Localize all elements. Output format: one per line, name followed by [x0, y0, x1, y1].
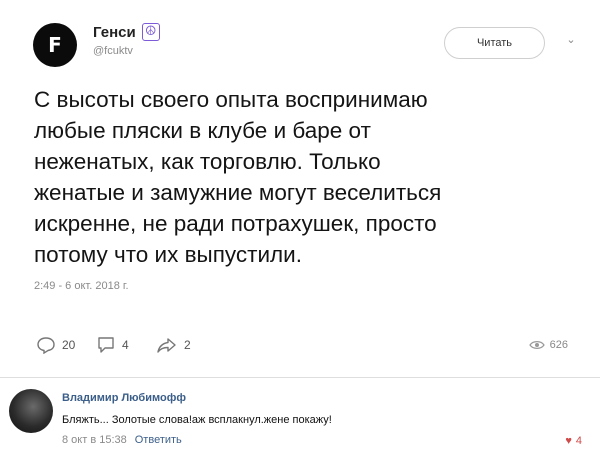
comment-item: Владимир Любимофф Бляжть... Золотые слов… — [0, 378, 600, 458]
reply-link[interactable]: Ответить — [135, 434, 182, 446]
share-action[interactable]: 2 — [156, 336, 191, 354]
eye-icon — [528, 341, 545, 349]
message-icon — [98, 337, 114, 353]
chevron-down-icon[interactable]: ⌄ — [563, 33, 579, 49]
avatar-letter: F — [48, 33, 62, 57]
tweet-timestamp[interactable]: 2:49 - 6 окт. 2018 г. — [34, 280, 129, 292]
follow-button-label: Читать — [476, 37, 513, 49]
views-count: 626 — [549, 339, 568, 351]
reply-icon — [37, 337, 55, 354]
tweet-card: F Генси ☮ @fcuktv Читать ⌄ С высоты свое… — [0, 0, 600, 380]
author-row: Генси ☮ — [93, 23, 160, 41]
follow-button[interactable]: Читать — [444, 27, 545, 59]
commenter-avatar[interactable] — [9, 389, 53, 433]
comment-text: Бляжть... Золотые слова!аж всплакнул.жен… — [62, 414, 332, 426]
comment-meta: 8 окт в 15:38 Ответить — [62, 434, 182, 446]
comment-likes-count: 4 — [575, 435, 582, 447]
author-avatar[interactable]: F — [33, 23, 77, 67]
comment-author[interactable]: Владимир Любимофф — [62, 392, 186, 404]
shares-count: 2 — [184, 338, 191, 352]
heart-icon: ♥ — [565, 435, 572, 447]
replies-count: 20 — [62, 338, 76, 352]
author-handle[interactable]: @fcuktv — [93, 45, 133, 57]
tweet-actions: 20 4 2 626 — [0, 336, 600, 360]
reply-action[interactable]: 20 — [36, 336, 75, 354]
peace-icon: ☮ — [141, 23, 160, 41]
comment-like-button[interactable]: ♥ 4 — [565, 435, 582, 447]
comments-count: 4 — [122, 338, 129, 352]
comment-action[interactable]: 4 — [96, 336, 129, 354]
views-counter: 626 — [528, 339, 568, 351]
comment-date[interactable]: 8 окт в 15:38 — [62, 434, 127, 446]
tweet-text: С высоты своего опыта воспринимаю любые … — [34, 87, 442, 267]
share-icon — [157, 338, 176, 353]
author-name[interactable]: Генси — [93, 24, 136, 41]
